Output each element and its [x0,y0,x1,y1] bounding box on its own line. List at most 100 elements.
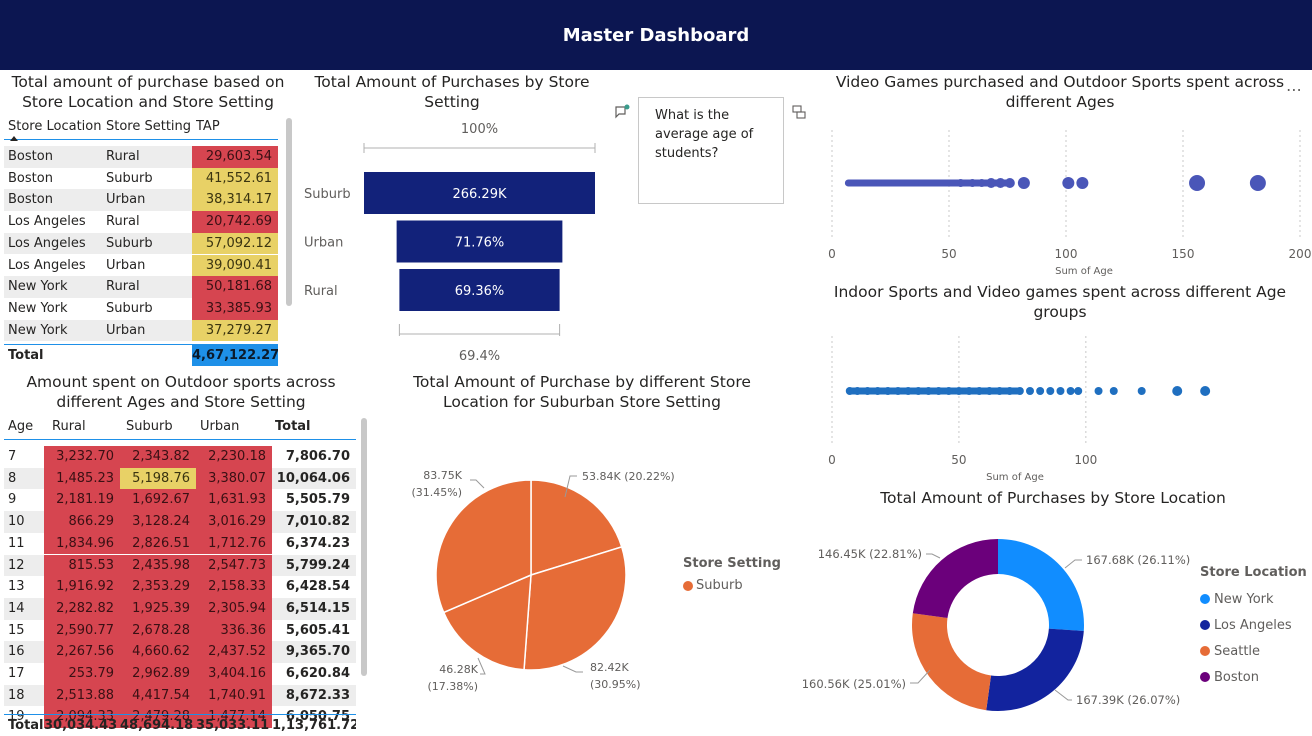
donut-slice-boston[interactable] [912,539,998,619]
column-header-tap[interactable]: TAP [196,116,276,139]
scatter-point[interactable] [936,180,943,186]
scatter-point[interactable] [968,179,977,187]
legend-item-boston[interactable]: Boston [1200,664,1292,690]
scatter-point[interactable] [1062,177,1075,189]
scatter-point[interactable] [956,179,965,187]
scatter-point[interactable] [1109,387,1118,395]
scatter-point[interactable] [1066,387,1075,395]
scatter-point[interactable] [1076,177,1089,189]
donut-slice-new-york[interactable] [998,539,1084,632]
scatter-point[interactable] [894,387,902,395]
scatter-point[interactable] [904,387,913,395]
column-header-age[interactable]: Age [8,416,44,439]
table-row[interactable]: 10 866.29 3,128.24 3,016.29 7,010.82 [4,511,356,533]
scatter-point[interactable] [954,387,963,395]
more-options-icon[interactable]: ⋯ [1286,80,1303,99]
scatter-point[interactable] [863,387,872,395]
table-row[interactable]: 11 1,834.96 2,826.51 1,712.76 6,374.23 [4,532,356,555]
table-row[interactable]: New York Urban 37,279.27 [4,319,278,342]
column-header-total[interactable]: Total [275,416,345,439]
table-row[interactable]: Boston Rural 29,603.54 [4,146,278,168]
legend-item-new-york[interactable]: New York [1200,586,1292,612]
convert-visual-icon[interactable] [791,104,807,120]
legend-item-seattle[interactable]: Seattle [1200,638,1292,664]
pie-chart[interactable]: 53.84K (20.22%) 82.42K (30.95%) 46.28K (17.3… [380,440,680,710]
scatter-point[interactable] [924,387,933,395]
table-row[interactable]: 18 2,513.88 4,417.54 1,740.91 8,672.33 [4,684,356,707]
tap-table-scrollbar[interactable] [286,118,292,306]
table-row[interactable]: 17 253.79 2,962.89 3,404.16 6,620.84 [4,663,356,685]
table-row[interactable]: 13 1,916.92 2,353.29 2,158.33 6,428.54 [4,576,356,598]
scatter-point[interactable] [861,180,868,186]
table-row[interactable]: Boston Urban 38,314.17 [4,189,278,212]
table-row[interactable]: 14 2,282.82 1,925.39 2,305.94 6,514.15 [4,597,356,620]
scatter-point[interactable] [1015,387,1024,395]
scatter-point[interactable] [873,387,882,395]
scatter-point[interactable] [1172,386,1183,396]
scatter-point[interactable] [934,387,943,395]
funnel-chart[interactable]: 100% 266.29K Suburb 71.76% Urban 69.36% Rural 6… [296,114,608,366]
scatter-point[interactable] [986,178,997,188]
scatter-point[interactable] [985,387,994,395]
outdoor-table[interactable]: Age Rural Suburb Urban Total 7 3,232.70 2,… [4,416,356,736]
table-row[interactable]: New York Suburb 33,385.93 [4,297,278,320]
scatter-point[interactable] [1036,387,1045,395]
table-row[interactable]: 9 2,181.19 1,692.67 1,631.93 5,505.79 [4,489,356,512]
outdoor-table-scrollbar[interactable] [361,418,367,676]
scatter-point[interactable] [1056,387,1065,395]
scatter-point[interactable] [1005,387,1014,395]
scatter-point[interactable] [1074,387,1083,395]
qna-question-box[interactable]: What is the average age of students? [638,97,784,204]
scatter-point[interactable] [1200,386,1211,396]
legend-item-los-angeles[interactable]: Los Angeles [1200,612,1292,638]
scatter-point[interactable] [1189,175,1206,191]
scatter1-chart[interactable]: 0 50 100 150 200 Sum of Age [818,120,1312,280]
table-row[interactable]: Boston Suburb 41,552.61 [4,167,278,190]
scatter-point[interactable] [899,180,906,186]
scatter-point[interactable] [977,179,986,187]
column-header-rural[interactable]: Rural [52,416,122,439]
scatter-point[interactable] [908,180,915,186]
table-row[interactable]: Los Angeles Suburb 57,092.12 [4,232,278,255]
scatter-point[interactable] [880,180,887,186]
table-row[interactable]: 7 3,232.70 2,343.82 2,230.18 7,806.70 [4,446,356,468]
column-header-urban[interactable]: Urban [200,416,270,439]
donut-slice-los-angeles[interactable] [986,628,1084,711]
scatter-point[interactable] [853,387,862,395]
scatter-point[interactable] [852,180,859,186]
scatter-point[interactable] [917,180,924,186]
table-row[interactable]: New York Rural 50,181.68 [4,276,278,298]
scatter-point[interactable] [1004,178,1015,188]
scatter-point[interactable] [1137,387,1146,395]
scatter-point[interactable] [1017,177,1030,189]
column-header-suburb[interactable]: Suburb [126,416,196,439]
scatter-point[interactable] [1046,387,1055,395]
scatter-point[interactable] [1094,387,1103,395]
scatter-point[interactable] [946,180,952,186]
scatter2-chart[interactable]: 0 50 100 Sum of Age [818,326,1312,486]
sort-ascending-icon[interactable] [10,136,18,141]
table-row[interactable]: 12 815.53 2,435.98 2,547.73 5,799.24 [4,554,356,577]
column-header-store-location[interactable]: Store Location [8,116,106,139]
table-row[interactable]: Los Angeles Urban 39,090.41 [4,254,278,277]
table-row[interactable]: 8 1,485.23 5,198.76 3,380.07 10,064.06 [4,467,356,490]
tap-table[interactable]: Store Location Store Setting TAP Boston R… [4,116,278,368]
scatter-point[interactable] [871,180,878,186]
scatter-point[interactable] [1026,387,1034,395]
scatter-point[interactable] [975,387,984,395]
scatter-point[interactable] [889,180,896,186]
scatter-point[interactable] [995,178,1006,188]
scatter-point[interactable] [927,180,934,186]
pie-legend-item[interactable]: Suburb [683,578,743,593]
scatter-point[interactable] [914,387,923,395]
scatter-point[interactable] [995,387,1004,395]
table-row[interactable]: 16 2,267.56 4,660.62 2,437.52 9,365.70 [4,641,356,663]
comment-icon[interactable] [614,104,630,120]
scatter-point[interactable] [965,387,974,395]
donut-chart[interactable]: 167.68K (26.11%) 167.39K (26.07%) 160.56K … [800,520,1190,736]
scatter-point[interactable] [883,387,892,395]
column-header-store-setting[interactable]: Store Setting [106,116,192,139]
table-row[interactable]: 15 2,590.77 2,678.28 336.36 5,605.41 [4,619,356,642]
table-row[interactable]: Los Angeles Rural 20,742.69 [4,211,278,233]
scatter-point[interactable] [944,387,953,395]
